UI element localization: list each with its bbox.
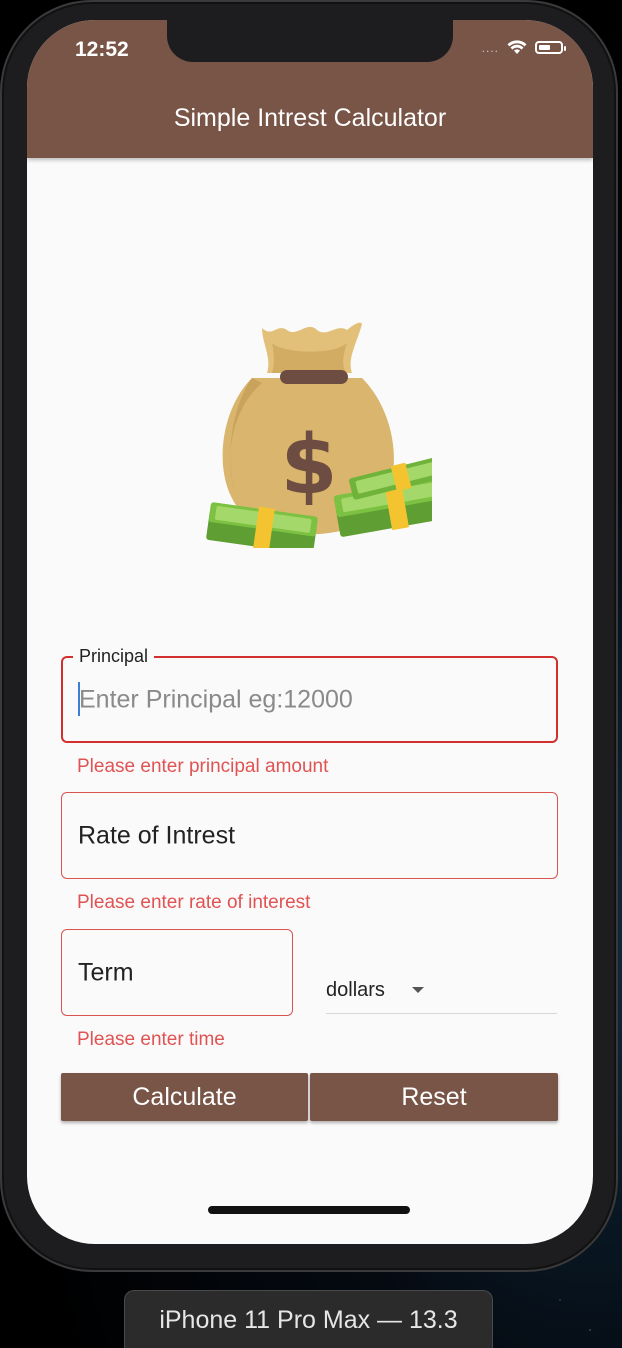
wifi-icon — [507, 40, 527, 54]
principal-error: Please enter principal amount — [77, 756, 329, 777]
term-error: Please enter time — [77, 1029, 225, 1050]
reset-button[interactable]: Reset — [310, 1073, 558, 1121]
phone-frame: 12:52 .... Simple Intrest Calculator $ P… — [0, 0, 618, 1272]
app-bar: 12:52 .... Simple Intrest Calculator — [27, 20, 593, 158]
principal-field[interactable]: Principal Enter Principal eg:12000 — [61, 646, 558, 743]
signal-dots: .... — [481, 40, 499, 55]
status-icons: .... — [481, 40, 566, 55]
principal-label: Principal — [73, 646, 155, 667]
calculate-button[interactable]: Calculate — [61, 1073, 308, 1121]
device-caption: iPhone 11 Pro Max — 13.3 — [124, 1290, 493, 1348]
rate-error: Please enter rate of interest — [77, 892, 311, 913]
svg-text:$: $ — [280, 418, 337, 513]
dropdown-arrow-icon — [412, 987, 424, 993]
term-label: Term — [78, 958, 134, 986]
money-bag-icon: $ — [206, 322, 432, 548]
rate-label: Rate of Intrest — [78, 821, 236, 849]
principal-placeholder: Enter Principal eg:12000 — [79, 685, 353, 713]
status-time: 12:52 — [75, 38, 129, 61]
simulator-window: 12:52 .... Simple Intrest Calculator $ P… — [0, 0, 622, 1348]
term-field[interactable]: Term — [61, 929, 293, 1016]
device-notch — [167, 20, 453, 62]
battery-icon — [535, 41, 566, 54]
home-indicator[interactable] — [208, 1206, 410, 1214]
rate-field[interactable]: Rate of Intrest — [61, 792, 558, 879]
currency-dropdown[interactable]: dollars — [326, 975, 557, 1014]
currency-selected: dollars — [326, 979, 385, 1001]
app-title: Simple Intrest Calculator — [173, 104, 447, 132]
phone-screen: 12:52 .... Simple Intrest Calculator $ P… — [27, 20, 593, 1244]
